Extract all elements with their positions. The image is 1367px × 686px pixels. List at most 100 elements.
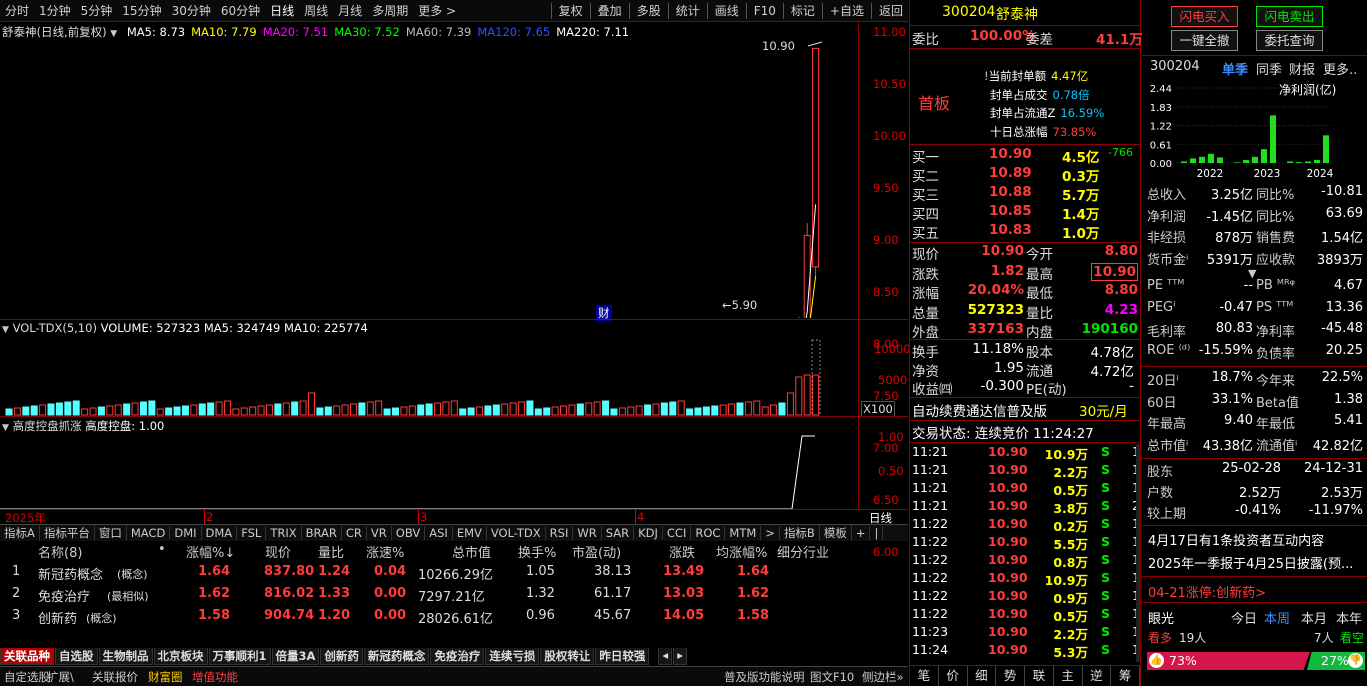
news-item[interactable]: 4月17日有1条投资者互动内容 xyxy=(1142,530,1367,550)
col-cap[interactable]: 总市值 xyxy=(452,542,491,561)
quote-nav-tab[interactable]: 势 xyxy=(996,666,1025,686)
col-vr[interactable]: 量比 xyxy=(318,542,344,561)
tab-week[interactable]: 本周 xyxy=(1264,608,1290,627)
news-text[interactable]: 2025年一季报于4月25日披露(预... xyxy=(1148,553,1353,572)
bottom-tab[interactable]: 生物制品 xyxy=(98,648,153,665)
bottom-tab[interactable]: 连续亏损 xyxy=(485,648,540,665)
status-item[interactable]: 财富圈 xyxy=(148,669,183,685)
indicator-tab[interactable]: OBV xyxy=(392,526,426,540)
period-tab[interactable]: 日线 xyxy=(265,2,299,19)
col-price[interactable]: 现价 xyxy=(265,542,291,561)
toolbar-button[interactable]: 标记 xyxy=(786,2,820,19)
indicator-tab[interactable]: KDJ xyxy=(634,526,663,540)
status-item[interactable]: 普及版功能说明 xyxy=(724,669,805,685)
kline-panel[interactable]: 舒泰神(日线,前复权) ▼ MA5: 8.73 MA10: 7.79 MA20: 7… xyxy=(0,22,908,559)
bottom-tab[interactable]: 关联品种 xyxy=(0,648,54,665)
quote-nav-tab[interactable]: 笔 xyxy=(910,666,939,686)
indicator-tab[interactable]: 指标A xyxy=(0,525,40,541)
limit-news[interactable]: 04-21涨停:创新药> xyxy=(1142,582,1367,602)
indicator-tab[interactable]: | xyxy=(870,526,884,540)
toolbar-button[interactable]: 画线 xyxy=(710,2,744,19)
period-tab[interactable]: 周线 xyxy=(299,2,333,19)
bottom-tab[interactable]: 万事顺利1 xyxy=(208,648,271,665)
control-panel[interactable]: ▼ 高度控盘抓涨 高度控盘: 1.00 1.00 0.50 xyxy=(0,417,908,510)
quote-nav-tab[interactable]: 筹 xyxy=(1111,666,1140,686)
indicator-tab[interactable]: BRAR xyxy=(302,526,342,540)
indicator-tab[interactable]: 指标B xyxy=(780,525,820,541)
col-turn[interactable]: 换手% xyxy=(518,542,556,561)
order-query-button[interactable]: 委托查询 xyxy=(1256,30,1323,51)
tab-month[interactable]: 本月 xyxy=(1301,608,1327,627)
thumb-up-icon[interactable]: 👍 xyxy=(1149,653,1164,668)
indicator-tab[interactable]: ASI xyxy=(425,526,453,540)
indicator-tab[interactable]: 指标平台 xyxy=(40,525,95,541)
indicator-tab[interactable]: FSL xyxy=(237,526,267,540)
status-item[interactable]: 扩展\ xyxy=(47,669,74,685)
tab-scroll-right[interactable]: ▸ xyxy=(673,648,687,665)
period-tab[interactable]: 更多 > xyxy=(413,2,461,19)
limit-news-text[interactable]: 04-21涨停:创新药> xyxy=(1148,582,1266,601)
col-chg[interactable]: 涨幅%↓ xyxy=(186,542,235,561)
indicator-tab[interactable]: 模板 xyxy=(820,525,852,541)
bid-row[interactable]: 买一 10.90 4.5亿 -766 xyxy=(910,146,1140,166)
indicator-tab[interactable]: DMI xyxy=(170,526,202,540)
bottom-tab[interactable]: 昨日较强 xyxy=(595,648,650,665)
flash-buy-button[interactable]: 闪电买入 xyxy=(1171,6,1238,27)
toolbar-button[interactable]: 复权 xyxy=(554,2,588,19)
indicator-tab[interactable]: SAR xyxy=(602,526,635,540)
table-row[interactable]: 3 创新药 (概念) 1.58 904.74 1.20 0.00 28026.61亿 0.96 4… xyxy=(0,608,908,630)
toolbar-button[interactable]: 统计 xyxy=(671,2,705,19)
news-text[interactable]: 4月17日有1条投资者互动内容 xyxy=(1148,530,1324,549)
quote-nav-tab[interactable]: 细 xyxy=(968,666,997,686)
indicator-tab[interactable]: ROC xyxy=(691,526,726,540)
tab-scroll-left[interactable]: ◂ xyxy=(658,648,673,665)
status-item[interactable]: 侧边栏» xyxy=(862,669,904,685)
indicator-tab[interactable]: > xyxy=(761,526,780,540)
bid-row[interactable]: 买二 10.89 0.3万 xyxy=(910,165,1140,185)
indicator-tab[interactable]: VR xyxy=(367,526,392,540)
bid-row[interactable]: 买三 10.88 5.7万 xyxy=(910,184,1140,204)
period-tab[interactable]: 15分钟 xyxy=(117,2,166,19)
indicator-tab[interactable]: CCI xyxy=(663,526,692,540)
ad-text[interactable]: 自动续费通达信普及版 xyxy=(912,400,1047,420)
indicator-tab[interactable]: RSI xyxy=(546,526,574,540)
bottom-tab[interactable]: 北京板块 xyxy=(153,648,208,665)
period-tab[interactable]: 5分钟 xyxy=(76,2,118,19)
bottom-tab[interactable]: 自选股 xyxy=(55,648,98,665)
status-item[interactable]: 关联报价 xyxy=(92,669,138,685)
tab-quarter[interactable]: 单季 xyxy=(1222,59,1248,78)
toolbar-button[interactable]: 多股 xyxy=(632,2,666,19)
tick-scrollbar[interactable] xyxy=(1136,444,1140,662)
indicator-tab[interactable]: VOL-TDX xyxy=(487,526,546,540)
period-tab[interactable]: 分时 xyxy=(0,2,34,19)
indicator-tab[interactable]: + xyxy=(852,526,871,540)
tab-same-quarter[interactable]: 同季 xyxy=(1256,59,1282,78)
indicator-tab[interactable]: DMA xyxy=(202,526,238,540)
status-item[interactable]: 自定选股 xyxy=(4,669,50,685)
period-tab[interactable]: 多周期 xyxy=(367,2,413,19)
cancel-all-button[interactable]: 一键全撤 xyxy=(1171,30,1238,51)
table-row[interactable]: 2 免疫治疗 (最相似) 1.62 816.02 1.33 0.00 7297.21亿 1.32… xyxy=(0,586,908,608)
status-item[interactable]: 图文F10 xyxy=(810,669,854,685)
indicator-tab[interactable]: MACD xyxy=(127,526,171,540)
col-name[interactable]: 名称(8) xyxy=(38,542,82,561)
status-item[interactable]: 增值功能 xyxy=(192,669,238,685)
bottom-tab[interactable]: 新冠药概念 xyxy=(363,648,430,665)
indicator-tab[interactable]: TRIX xyxy=(266,526,302,540)
toolbar-button[interactable]: 叠加 xyxy=(593,2,627,19)
indicator-tab[interactable]: CR xyxy=(342,526,367,540)
flash-sell-button[interactable]: 闪电卖出 xyxy=(1256,6,1323,27)
col-diff[interactable]: 涨跌 xyxy=(669,542,695,561)
period-tab[interactable]: 月线 xyxy=(333,2,367,19)
period-tab[interactable]: 1分钟 xyxy=(34,2,76,19)
quote-nav-tab[interactable]: 价 xyxy=(939,666,968,686)
indicator-tab[interactable]: WR xyxy=(573,526,602,540)
toolbar-button[interactable]: +自选 xyxy=(825,2,869,19)
volume-panel[interactable]: ▼ VOL-TDX(5,10) VOLUME: 527323 MA5: 3247… xyxy=(0,320,911,417)
toolbar-button[interactable]: 返回 xyxy=(874,2,908,19)
tab-more[interactable]: 更多.. xyxy=(1323,59,1357,78)
period-tab[interactable]: 60分钟 xyxy=(216,2,265,19)
bottom-tab[interactable]: 免疫治疗 xyxy=(430,648,485,665)
col-ind[interactable]: 细分行业 xyxy=(777,542,829,561)
bid-row[interactable]: 买五 10.83 1.0万 xyxy=(910,222,1140,242)
